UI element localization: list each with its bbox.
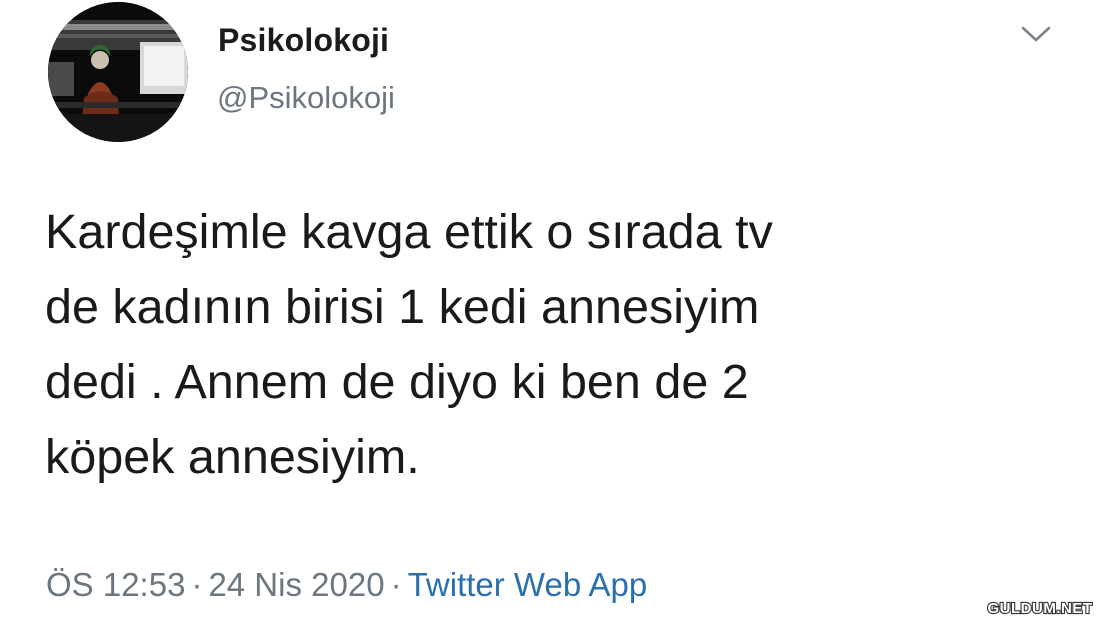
- tweet-text-line: dedi . Annem de diyo ki ben de 2: [45, 355, 749, 409]
- user-handle[interactable]: @Psikolokoji: [217, 80, 395, 116]
- avatar-image: [48, 2, 188, 142]
- tweet-text: Kardeşimle kavga ettik o sırada tv de ka…: [45, 195, 1045, 495]
- tweet-time[interactable]: ÖS 12:53: [46, 566, 185, 603]
- watermark-logo: GULDUM.NET: [984, 598, 1096, 618]
- tweet-text-line: de kadının birisi 1 kedi annesiyim: [45, 280, 760, 334]
- meta-separator: ·: [390, 566, 402, 603]
- display-name[interactable]: Psikolokoji: [218, 22, 389, 59]
- tweet-source-link[interactable]: Twitter Web App: [408, 566, 648, 603]
- tweet-card: Psikolokoji @Psikolokoji Kardeşimle kavg…: [0, 0, 1100, 621]
- tweet-text-line: Kardeşimle kavga ettik o sırada tv: [45, 205, 773, 259]
- meta-separator: ·: [191, 566, 203, 603]
- tweet-text-line: köpek annesiyim.: [45, 430, 420, 484]
- tweet-date[interactable]: 24 Nis 2020: [208, 566, 384, 603]
- chevron-down-icon[interactable]: [1018, 20, 1054, 48]
- avatar[interactable]: [48, 2, 188, 142]
- svg-text:GULDUM.NET: GULDUM.NET: [988, 600, 1093, 617]
- tweet-meta: ÖS 12:53 · 24 Nis 2020 · Twitter Web App: [46, 566, 647, 604]
